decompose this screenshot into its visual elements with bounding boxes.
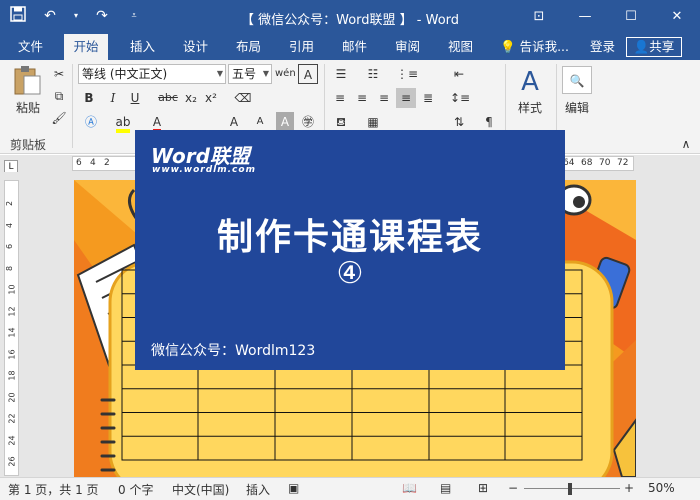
italic-button[interactable]: I [104, 88, 122, 108]
tab-mailings[interactable]: 邮件 [334, 34, 375, 60]
word-count[interactable]: 0 个字 [118, 481, 153, 498]
underline-button[interactable]: U [126, 88, 144, 108]
copy-icon[interactable]: ⧉ [50, 86, 68, 106]
align-left-icon[interactable]: ≡ [330, 88, 350, 108]
sort-icon[interactable]: ⇅ [448, 112, 470, 132]
styles-icon[interactable]: A [512, 66, 548, 98]
editing-button[interactable]: 编辑 [558, 98, 596, 118]
text-effects-icon[interactable]: Ⓐ [80, 112, 102, 132]
bullets-icon[interactable]: ☰ [330, 64, 352, 84]
align-right-icon[interactable]: ≡ [374, 88, 394, 108]
minimize-icon[interactable]: — [562, 0, 608, 34]
vertical-ruler-tick: 24 [7, 434, 17, 446]
strikethrough-button[interactable]: abc [156, 88, 180, 108]
phonetic-guide-icon[interactable]: wén [275, 64, 296, 84]
justify-icon[interactable]: ≡ [396, 88, 416, 108]
numbering-icon[interactable]: ☷ [362, 64, 384, 84]
status-bar: 第 1 页，共 1 页 0 个字 中文(中国) 插入 ▣ 📖 ▤ ⊞ − + 5… [0, 477, 700, 500]
decrease-indent-icon[interactable]: ⇤ [448, 64, 470, 84]
collapse-ribbon-icon[interactable]: ∧ [678, 134, 694, 154]
login-link[interactable]: 登录 [590, 34, 615, 60]
zoom-out-icon[interactable]: − [508, 481, 518, 495]
web-layout-icon[interactable]: ⊞ [478, 481, 488, 495]
distributed-icon[interactable]: ≣ [418, 88, 438, 108]
window-controls: ⊡ — ☐ ✕ [516, 0, 700, 34]
vertical-ruler[interactable]: 2 4 6 8 10 12 14 16 18 20 22 24 26 [4, 180, 19, 476]
vertical-ruler-tick: 18 [7, 370, 17, 381]
zoom-slider[interactable] [524, 488, 620, 489]
group-label-clipboard: 剪贴板 [10, 138, 47, 152]
subscript-button[interactable]: x₂ [182, 88, 200, 108]
language-indicator[interactable]: 中文(中国) [172, 481, 229, 498]
show-marks-icon[interactable]: ¶ [480, 112, 498, 132]
print-layout-icon[interactable]: ▤ [440, 481, 451, 495]
chevron-down-icon: ▼ [262, 69, 269, 78]
grow-font-button[interactable]: A [226, 112, 242, 132]
close-icon[interactable]: ✕ [654, 0, 700, 34]
vertical-ruler-tick: 8 [5, 265, 15, 271]
multilevel-list-icon[interactable]: ⋮≡ [396, 64, 418, 84]
zoom-in-icon[interactable]: + [624, 481, 634, 495]
highlight-icon[interactable]: ab [112, 112, 134, 133]
tab-insert[interactable]: 插入 [122, 34, 163, 60]
tab-file[interactable]: 文件 [10, 34, 51, 60]
vertical-ruler-tick: 22 [7, 413, 17, 424]
title-bar: ↶ ▾ ↷ ⩡ 【 微信公众号：Word联盟 】 - Word ⊡ — ☐ ✕ [0, 0, 700, 34]
vertical-ruler-tick: 20 [7, 391, 17, 403]
tab-references[interactable]: 引用 [281, 34, 322, 60]
tab-review[interactable]: 审阅 [387, 34, 428, 60]
paste-button[interactable]: 粘贴 [8, 98, 48, 118]
vertical-ruler-tick: 16 [7, 348, 17, 360]
page-count[interactable]: 第 1 页，共 1 页 [8, 481, 99, 498]
shading-icon[interactable]: ⛾ [330, 112, 352, 132]
tab-home[interactable]: 开始 [64, 34, 108, 60]
search-icon[interactable]: 🔍 [562, 66, 592, 94]
ribbon-tabs: 文件 开始 插入 设计 布局 引用 邮件 审阅 视图 💡 告诉我... 登录 👤… [0, 34, 700, 60]
cut-icon[interactable]: ✂ [50, 64, 68, 84]
tell-me-box[interactable]: 💡 告诉我... [500, 34, 569, 60]
char-shading-icon[interactable]: A [276, 112, 294, 132]
shrink-font-button[interactable]: A [252, 112, 268, 132]
vertical-ruler-tick: 10 [7, 284, 17, 295]
borders-icon[interactable]: ▦ [362, 112, 384, 132]
zoom-level[interactable]: 50% [648, 481, 675, 495]
vertical-ruler-tick: 12 [7, 305, 17, 317]
vertical-ruler-tick: 14 [7, 327, 17, 338]
vertical-ruler-tick: 6 [5, 243, 15, 250]
vertical-ruler-tick: 4 [5, 222, 15, 228]
clear-formatting-icon[interactable]: ⌫ [232, 88, 254, 108]
macro-record-icon[interactable]: ▣ [288, 481, 299, 495]
superscript-button[interactable]: x² [202, 88, 220, 108]
tutorial-title-card: Word联盟 www.wordlm.com 制作卡通课程表 ④ 微信公众号：Wo… [135, 130, 565, 370]
zoom-slider-thumb[interactable] [568, 483, 572, 495]
vertical-ruler-tick: 26 [7, 456, 17, 467]
headline: 制作卡通课程表 [216, 217, 483, 258]
styles-button[interactable]: 样式 [512, 98, 548, 118]
char-border-icon[interactable]: A [298, 64, 318, 84]
font-family-select[interactable]: 等线 (中文正文) ▼ [78, 64, 226, 84]
enclose-char-icon[interactable]: ㊫ [298, 112, 318, 132]
ribbon-display-icon[interactable]: ⊡ [516, 0, 562, 34]
paste-icon[interactable] [10, 64, 44, 98]
bold-button[interactable]: B [80, 88, 98, 108]
tab-layout[interactable]: 布局 [228, 34, 269, 60]
align-center-icon[interactable]: ≡ [352, 88, 372, 108]
insert-mode[interactable]: 插入 [246, 481, 270, 498]
maximize-icon[interactable]: ☐ [608, 0, 654, 34]
font-color-icon[interactable]: A [146, 112, 168, 133]
person-icon: 👤 [633, 39, 650, 54]
lightbulb-icon: 💡 [500, 39, 516, 54]
tab-design[interactable]: 设计 [175, 34, 216, 60]
share-button[interactable]: 👤共享 [626, 37, 682, 57]
episode-number: ④ [336, 256, 364, 291]
chevron-down-icon: ▼ [216, 69, 223, 78]
format-painter-icon[interactable]: 🖌 [50, 108, 68, 128]
tab-view[interactable]: 视图 [440, 34, 481, 60]
vertical-ruler-tick: 2 [5, 200, 15, 207]
brand-url: www.wordlm.com [152, 165, 256, 175]
read-mode-icon[interactable]: 📖 [402, 481, 417, 495]
font-size-select[interactable]: 五号 ▼ [228, 64, 272, 84]
line-spacing-icon[interactable]: ↕≡ [448, 88, 472, 108]
wechat-account: 微信公众号：Wordlm123 [151, 343, 316, 359]
